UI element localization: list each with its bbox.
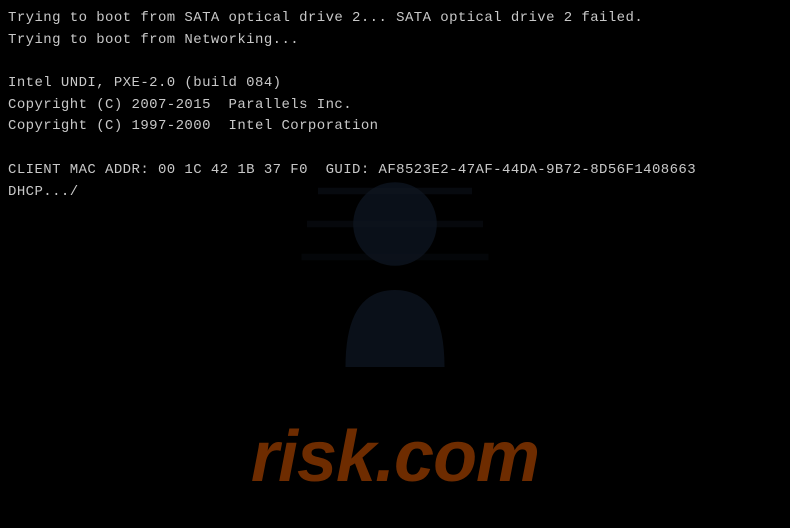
terminal-line: Copyright (C) 1997-2000 Intel Corporatio… [8, 116, 696, 138]
terminal-line: Copyright (C) 2007-2015 Parallels Inc. [8, 95, 696, 117]
terminal-line [8, 51, 696, 73]
terminal-output: Trying to boot from SATA optical drive 2… [8, 8, 696, 203]
terminal-line: Intel UNDI, PXE-2.0 (build 084) [8, 73, 696, 95]
watermark: risk.com [0, 148, 790, 528]
terminal-line: Trying to boot from Networking... [8, 30, 696, 52]
watermark-brand-text: risk.com [251, 416, 539, 498]
terminal-screen: risk.com Trying to boot from SATA optica… [0, 0, 790, 528]
terminal-line [8, 138, 696, 160]
terminal-line: CLIENT MAC ADDR: 00 1C 42 1B 37 F0 GUID:… [8, 160, 696, 182]
terminal-line: DHCP.../ [8, 182, 696, 204]
terminal-line: Trying to boot from SATA optical drive 2… [8, 8, 696, 30]
